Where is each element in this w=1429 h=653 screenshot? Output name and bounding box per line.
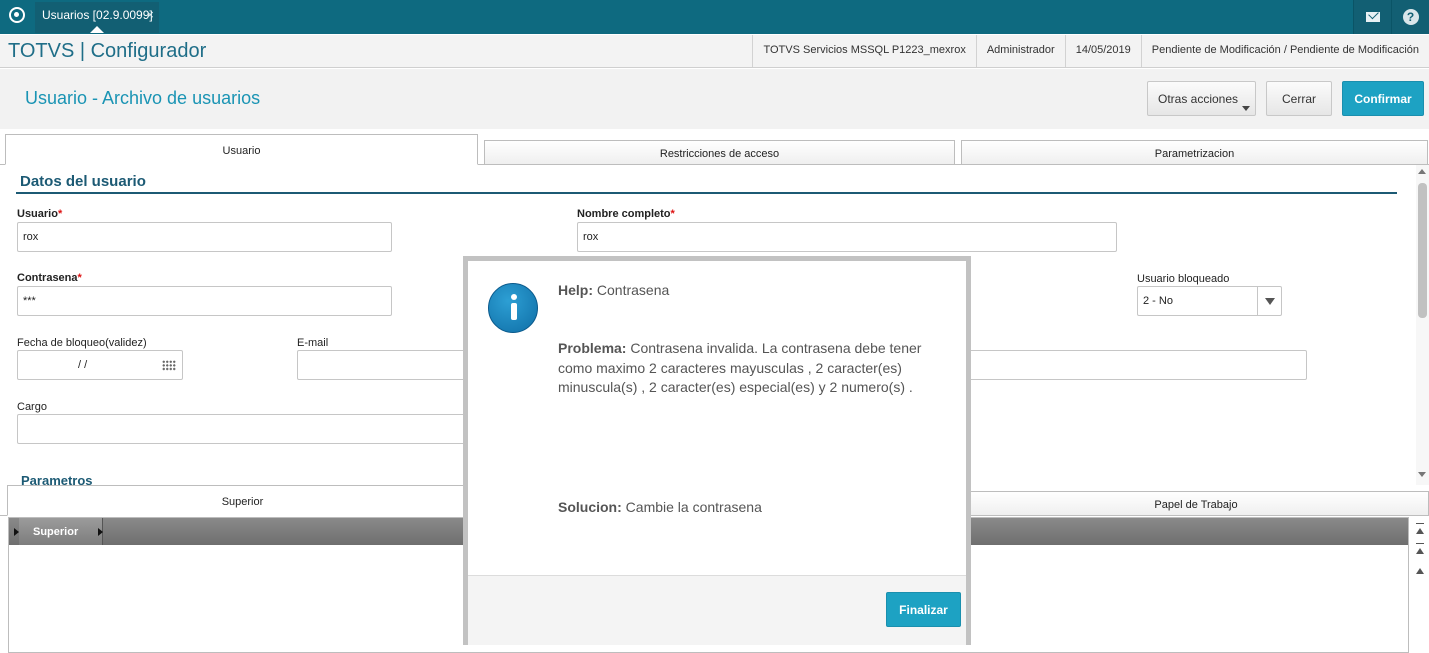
help-icon: ?	[1402, 9, 1419, 25]
tab-papel-de-trabajo[interactable]: Papel de Trabajo	[963, 491, 1429, 516]
close-icon[interactable]: ×	[146, 7, 154, 22]
section-title: Datos del usuario	[20, 173, 146, 190]
email-label: E-mail	[297, 337, 329, 349]
solution-value: Cambie la contrasena	[625, 499, 762, 515]
usuario-label-text: Usuario	[17, 208, 58, 220]
more-actions-label: Otras acciones	[1158, 91, 1239, 106]
required-mark: *	[670, 208, 675, 220]
info-icon	[488, 283, 538, 333]
page-title-row: Usuario - Archivo de usuarios Otras acci…	[0, 69, 1429, 129]
tab-superior[interactable]: Superior	[7, 485, 478, 516]
tab-usuario[interactable]: Usuario	[5, 134, 478, 165]
cargo-input[interactable]	[17, 414, 477, 444]
cargo-label: Cargo	[17, 401, 47, 413]
expand-icon[interactable]	[98, 528, 103, 536]
scroll-up-icon[interactable]	[1418, 169, 1426, 174]
nombre-input[interactable]: rox	[577, 222, 1117, 252]
problem-text: Problema: Contrasena invalida. La contra…	[558, 339, 953, 398]
move-up-top-icon[interactable]	[1414, 541, 1426, 559]
help-button[interactable]: ?	[1391, 0, 1429, 34]
fecha-value: / /	[78, 359, 88, 371]
help-label: Help:	[558, 282, 593, 298]
parametros-section-title: Parametros	[21, 473, 93, 485]
problem-label: Problema:	[558, 340, 627, 356]
help-dialog: Help: Contrasena Problema: Contrasena in…	[463, 256, 971, 645]
fecha-input[interactable]: / /	[17, 350, 183, 380]
contrasena-label: Contrasena*	[17, 272, 82, 284]
form-scrollbar[interactable]	[1416, 165, 1429, 485]
scroll-thumb[interactable]	[1418, 183, 1427, 318]
dialog-footer: Finalizar	[468, 575, 966, 645]
caret-down-icon	[1242, 106, 1250, 111]
move-up-icon[interactable]	[1414, 561, 1426, 579]
move-top-icon[interactable]	[1414, 521, 1426, 539]
tab-usuarios[interactable]: Usuarios [02.9.0099] ×	[35, 2, 159, 33]
totvs-logo-icon[interactable]	[9, 7, 25, 23]
required-mark: *	[77, 272, 82, 284]
finalizar-button[interactable]: Finalizar	[886, 592, 961, 627]
user-info: Administrador	[975, 35, 1065, 67]
tab-usuarios-label: Usuarios [02.9.0099]	[42, 8, 153, 22]
grid-side-controls	[1411, 517, 1429, 653]
session-info: TOTVS Servicios MSSQL P1223_mexrox Admin…	[752, 35, 1429, 67]
grid-header-superior[interactable]: Superior	[19, 518, 103, 545]
app-window: Usuarios [02.9.0099] × ? TOTVS | Configu…	[0, 0, 1429, 653]
bloqueado-label: Usuario bloqueado	[1137, 273, 1230, 285]
tab-restricciones[interactable]: Restricciones de acceso	[484, 140, 955, 165]
active-tab-pointer	[90, 26, 104, 33]
usuario-label: Usuario*	[17, 208, 62, 220]
bloqueado-value: 2 - No	[1143, 295, 1173, 307]
environment-info: TOTVS Servicios MSSQL P1223_mexrox	[752, 35, 975, 67]
mail-icon	[1365, 12, 1380, 22]
app-header: TOTVS | Configurador TOTVS Servicios MSS…	[0, 35, 1429, 68]
calendar-icon[interactable]	[162, 360, 176, 371]
contrasena-label-text: Contrasena	[17, 272, 78, 284]
confirm-button[interactable]: Confirmar	[1342, 81, 1424, 116]
top-actions: ?	[1353, 0, 1429, 34]
nombre-label-text: Nombre completo	[577, 208, 671, 220]
solution-text: Solucion: Cambie la contrasena	[558, 498, 953, 518]
status-info: Pendiente de Modificación / Pendiente de…	[1140, 35, 1429, 67]
top-bar: Usuarios [02.9.0099] × ?	[0, 0, 1429, 34]
section-divider	[16, 192, 1397, 194]
tab-parametrizacion[interactable]: Parametrizacion	[961, 140, 1428, 165]
nombre-label: Nombre completo*	[577, 208, 675, 220]
page-title: Usuario - Archivo de usuarios	[25, 88, 261, 108]
main-tabs: Usuario Restricciones de acceso Parametr…	[0, 134, 1429, 165]
help-value: Contrasena	[596, 282, 670, 298]
usuario-input[interactable]: rox	[17, 222, 392, 252]
help-heading: Help: Contrasena	[558, 281, 948, 301]
messages-button[interactable]	[1353, 0, 1391, 34]
required-mark: *	[57, 208, 63, 220]
scroll-down-icon[interactable]	[1418, 472, 1426, 477]
fecha-label: Fecha de bloqueo(validez)	[17, 337, 147, 349]
chevron-down-icon[interactable]	[1257, 287, 1281, 315]
app-brand: TOTVS | Configurador	[8, 40, 207, 62]
date-info: 14/05/2019	[1064, 35, 1141, 67]
close-button[interactable]: Cerrar	[1266, 81, 1332, 116]
bloqueado-select[interactable]: 2 - No	[1137, 286, 1282, 316]
solution-label: Solucion:	[558, 499, 622, 515]
contrasena-input[interactable]: ***	[17, 286, 392, 316]
more-actions-button[interactable]: Otras acciones	[1147, 81, 1256, 116]
